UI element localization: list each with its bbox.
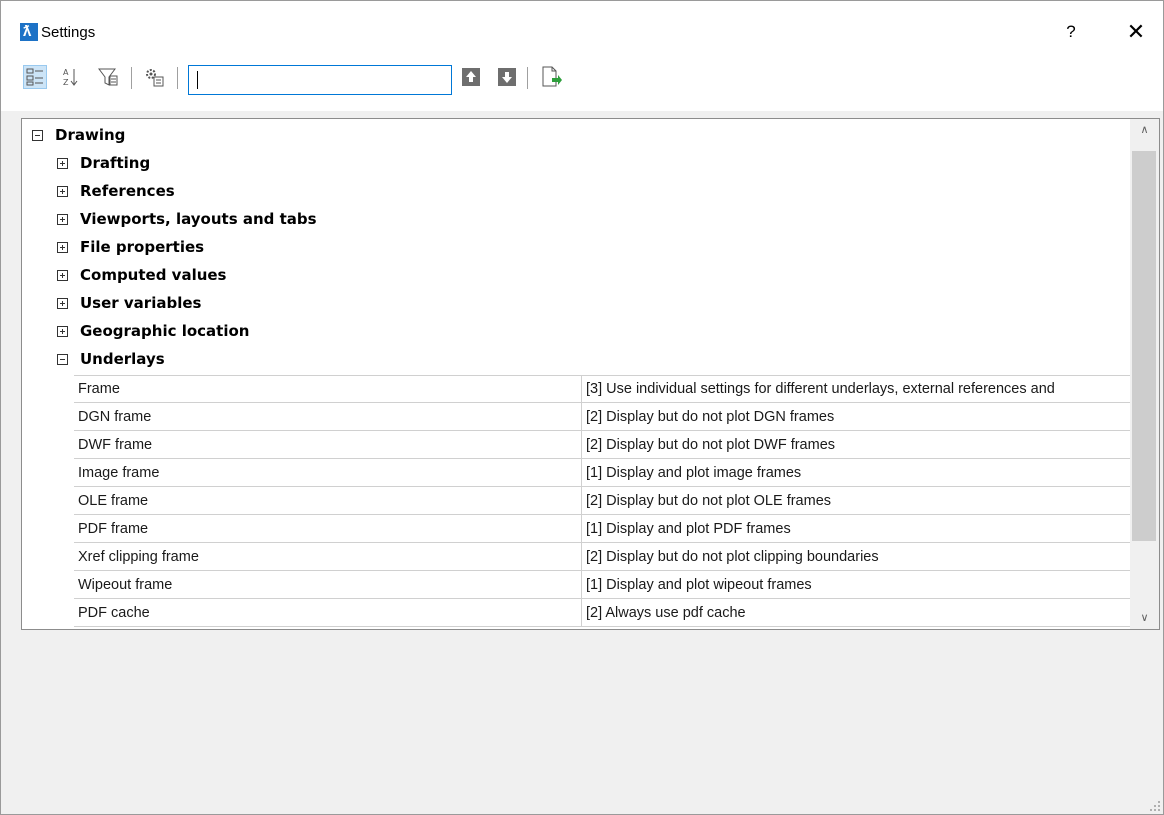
vertical-scrollbar[interactable]: ∧ ∨: [1130, 119, 1159, 629]
property-row[interactable]: DWF frame [2] Display but do not plot DW…: [74, 431, 1130, 459]
property-row[interactable]: Wipeout frame [1] Display and plot wipeo…: [74, 571, 1130, 599]
toolbar-separator: [527, 67, 528, 89]
search-next-icon[interactable]: [495, 65, 519, 89]
property-value[interactable]: [2] Always use pdf cache: [582, 599, 1130, 627]
property-value[interactable]: [2] Display but do not plot clipping bou…: [582, 543, 1130, 571]
property-name: Wipeout frame: [74, 571, 582, 599]
property-value[interactable]: [1] Display and plot wipeout frames: [582, 571, 1130, 599]
title-bar: ƛ Settings ? ✕: [1, 1, 1163, 53]
property-name: Frame: [74, 375, 582, 403]
tree-content: Drawing Drafting References Viewports, l…: [22, 119, 1130, 629]
search-input[interactable]: [188, 65, 452, 95]
text-caret: [197, 71, 198, 89]
toolbar-separator: [177, 67, 178, 89]
toolbar-separator: [131, 67, 132, 89]
expand-icon[interactable]: [57, 186, 68, 197]
scroll-thumb[interactable]: [1132, 151, 1156, 541]
property-value[interactable]: [3] Use individual settings for differen…: [582, 375, 1130, 403]
property-row[interactable]: Xref clipping frame [2] Display but do n…: [74, 543, 1130, 571]
property-value[interactable]: [2] Display but do not plot DGN frames: [582, 403, 1130, 431]
categorized-view-icon[interactable]: [23, 65, 47, 89]
property-name: OLE frame: [74, 487, 582, 515]
property-row[interactable]: DGN frame [2] Display but do not plot DG…: [74, 403, 1130, 431]
settings-gears-icon[interactable]: [142, 65, 166, 89]
filter-icon[interactable]: [96, 65, 120, 89]
sort-alphabetical-icon[interactable]: A Z: [59, 65, 83, 89]
property-name: Xref clipping frame: [74, 543, 582, 571]
export-icon[interactable]: [539, 65, 563, 89]
toolbar: A Z: [1, 53, 1163, 111]
property-name: PDF cache: [74, 599, 582, 627]
property-value[interactable]: [2] Display but do not plot OLE frames: [582, 487, 1130, 515]
scroll-down-icon[interactable]: ∨: [1130, 607, 1159, 629]
property-value[interactable]: [1] Display and plot PDF frames: [582, 515, 1130, 543]
expand-icon[interactable]: [57, 326, 68, 337]
property-row[interactable]: PDF cache [2] Always use pdf cache: [74, 599, 1130, 627]
settings-dialog: ƛ Settings ? ✕ A Z Drawing Drafting Refe…: [0, 0, 1164, 815]
property-name: DGN frame: [74, 403, 582, 431]
close-button[interactable]: ✕: [1119, 15, 1153, 49]
search-previous-icon[interactable]: [459, 65, 483, 89]
resize-grip-icon[interactable]: [1149, 800, 1161, 812]
property-row[interactable]: OLE frame [2] Display but do not plot OL…: [74, 487, 1130, 515]
app-logo-icon: ƛ: [20, 23, 38, 41]
expand-icon[interactable]: [57, 242, 68, 253]
scroll-up-icon[interactable]: ∧: [1130, 119, 1159, 141]
property-name: DWF frame: [74, 431, 582, 459]
property-row[interactable]: Image frame [1] Display and plot image f…: [74, 459, 1130, 487]
expand-icon[interactable]: [57, 158, 68, 169]
expand-icon[interactable]: [57, 298, 68, 309]
settings-tree: Drawing Drafting References Viewports, l…: [21, 118, 1160, 630]
collapse-icon[interactable]: [57, 354, 68, 365]
help-button[interactable]: ?: [1057, 15, 1085, 49]
property-row[interactable]: Frame [3] Use individual settings for di…: [74, 375, 1130, 403]
property-name: PDF frame: [74, 515, 582, 543]
window-title: Settings: [41, 24, 96, 41]
property-name: Image frame: [74, 459, 582, 487]
collapse-icon[interactable]: [32, 130, 43, 141]
expand-icon[interactable]: [57, 214, 68, 225]
property-value[interactable]: [2] Display but do not plot DWF frames: [582, 431, 1130, 459]
property-row[interactable]: PDF frame [1] Display and plot PDF frame…: [74, 515, 1130, 543]
svg-text:Z: Z: [63, 78, 69, 87]
property-value[interactable]: [1] Display and plot image frames: [582, 459, 1130, 487]
svg-text:A: A: [63, 68, 69, 77]
expand-icon[interactable]: [57, 270, 68, 281]
